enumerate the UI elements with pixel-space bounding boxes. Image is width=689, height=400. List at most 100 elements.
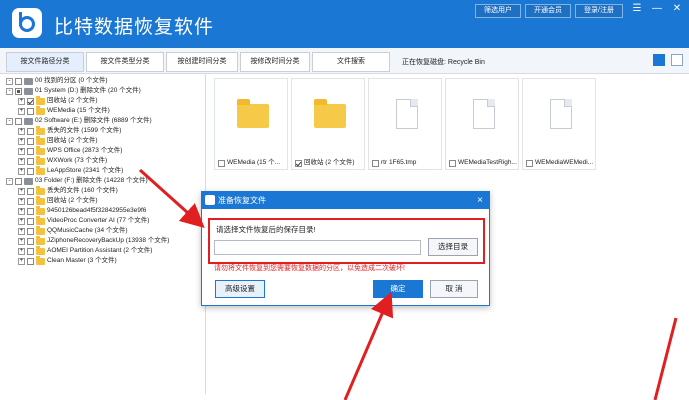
tab-by-path[interactable]: 按文件路径分类 — [6, 52, 84, 72]
checkbox[interactable] — [27, 107, 34, 115]
cancel-button[interactable]: 取 消 — [430, 280, 478, 298]
document-icon — [550, 99, 572, 129]
list-view-icon[interactable] — [671, 54, 683, 66]
tab-by-created[interactable]: 按创建时间分类 — [166, 52, 238, 72]
window-controls: ☰ — ✕ — [631, 3, 683, 15]
expand-icon[interactable]: + — [18, 237, 25, 245]
checkbox[interactable] — [526, 159, 533, 167]
advanced-settings-button[interactable]: 高级设置 — [215, 280, 265, 298]
grid-view-icon[interactable] — [653, 54, 665, 66]
checkbox[interactable] — [27, 147, 34, 155]
folder-icon — [36, 195, 45, 205]
save-dir-input[interactable] — [214, 240, 421, 255]
tree-row[interactable]: - 02 Software (E:) 删除文件 (6889 个文件) — [6, 116, 152, 126]
tab-by-modified[interactable]: 按修改时间分类 — [240, 52, 310, 72]
collapse-icon[interactable]: - — [6, 87, 13, 95]
checkbox[interactable] — [218, 159, 225, 167]
tree-row[interactable]: + 回收站 (2 个文件) — [18, 135, 98, 146]
collapse-icon[interactable]: - — [6, 77, 13, 85]
checkbox[interactable] — [15, 77, 22, 85]
file-card[interactable]: 回收站 (2 个文件) — [291, 78, 365, 170]
tree-row[interactable]: + 丢失的文件 (1599 个文件) — [18, 125, 122, 136]
checkbox[interactable] — [27, 207, 34, 215]
expand-icon[interactable]: + — [18, 167, 25, 175]
expand-icon[interactable]: + — [18, 197, 25, 205]
tab-file-search[interactable]: 文件搜索 — [312, 52, 390, 72]
filter-users-button[interactable]: 筛选用户 — [475, 4, 522, 18]
checkbox[interactable] — [27, 127, 34, 135]
file-caption: rtr 1F65.tmp — [381, 159, 417, 166]
expand-icon[interactable]: + — [18, 257, 25, 265]
checkbox[interactable] — [27, 217, 34, 225]
checkbox[interactable] — [27, 137, 34, 145]
expand-icon[interactable]: + — [18, 97, 25, 105]
tree-row[interactable]: - 03 Folder (F:) 删除文件 (14228 个文件) — [6, 176, 148, 186]
tree-row[interactable]: + WEMedia (15 个文件) — [18, 105, 110, 116]
tree-row[interactable]: +9450126bead4f5f32842955e3e9f6 — [18, 205, 146, 216]
tree-row[interactable]: + VideoProc Converter AI (77 个文件) — [18, 215, 150, 226]
expand-icon[interactable]: + — [18, 227, 25, 235]
tree-row[interactable]: + 回收站 (2 个文件) — [18, 195, 98, 206]
drive-icon — [24, 177, 33, 185]
file-card[interactable]: WEMediaWEMedi... — [522, 78, 596, 170]
menu-icon[interactable]: ☰ — [631, 3, 643, 15]
expand-icon[interactable]: + — [18, 157, 25, 165]
tree-row[interactable]: - 01 System (D:) 删除文件 (20 个文件) — [6, 86, 141, 96]
checkbox[interactable] — [27, 197, 34, 205]
checkbox[interactable] — [295, 159, 302, 167]
file-card[interactable]: WEMedia (15 个... — [214, 78, 288, 170]
tab-by-type[interactable]: 按文件类型分类 — [86, 52, 164, 72]
collapse-icon[interactable]: - — [6, 117, 13, 125]
checkbox[interactable] — [27, 157, 34, 165]
tree-row[interactable]: + WPS Office (2873 个文件) — [18, 145, 122, 156]
tree-label: 丢失的文件 (1599 个文件) — [47, 127, 122, 134]
checkbox[interactable] — [15, 87, 22, 95]
tree-row[interactable]: + AOMEI Partition Assistant (2 个文件) — [18, 245, 152, 256]
folder-icon — [36, 145, 45, 155]
tree-label: LeAppStore (2341 个文件) — [47, 167, 124, 174]
membership-button[interactable]: 开通会员 — [525, 4, 572, 18]
file-caption: 回收站 (2 个文件) — [304, 159, 355, 166]
choose-dir-button[interactable]: 选择目录 — [428, 238, 478, 256]
close-icon[interactable]: ✕ — [671, 3, 683, 15]
expand-icon[interactable]: + — [18, 147, 25, 155]
minimize-icon[interactable]: — — [651, 3, 663, 15]
close-icon[interactable]: × — [477, 192, 483, 209]
expand-icon[interactable]: + — [18, 247, 25, 255]
checkbox[interactable] — [27, 227, 34, 235]
expand-icon[interactable]: + — [18, 187, 25, 195]
tree-row[interactable]: + QQMusicCache (34 个文件) — [18, 225, 128, 236]
expand-icon[interactable]: + — [18, 127, 25, 135]
view-switcher — [653, 54, 683, 66]
expand-icon[interactable]: + — [18, 137, 25, 145]
file-card[interactable]: rtr 1F65.tmp — [368, 78, 442, 170]
expand-icon[interactable]: + — [18, 207, 25, 215]
login-button[interactable]: 登录/注册 — [575, 4, 623, 18]
checkbox[interactable] — [27, 97, 34, 105]
document-icon — [473, 99, 495, 129]
tree-row[interactable]: - 00 找到的分区 (0 个文件) — [6, 76, 108, 86]
checkbox[interactable] — [27, 187, 34, 195]
tree-row[interactable]: + WXWork (73 个文件) — [18, 155, 107, 166]
checkbox[interactable] — [27, 247, 34, 255]
checkbox[interactable] — [27, 167, 34, 175]
folder-icon — [36, 245, 45, 255]
checkbox[interactable] — [27, 237, 34, 245]
tree-row[interactable]: + LeAppStore (2341 个文件) — [18, 165, 124, 176]
checkbox[interactable] — [15, 117, 22, 125]
file-card[interactable]: WEMediaTestRigh... — [445, 78, 519, 170]
checkbox[interactable] — [372, 159, 379, 167]
expand-icon[interactable]: + — [18, 107, 25, 115]
checkbox[interactable] — [449, 159, 456, 167]
tree-row[interactable]: + 丢失的文件 (160 个文件) — [18, 185, 118, 196]
ok-button[interactable]: 确定 — [373, 280, 423, 298]
checkbox[interactable] — [15, 177, 22, 185]
tree-row[interactable]: + Clean Master (3 个文件) — [18, 255, 117, 266]
collapse-icon[interactable]: - — [6, 177, 13, 185]
tree-row[interactable]: + 回收站 (2 个文件) — [18, 95, 98, 106]
expand-icon[interactable]: + — [18, 217, 25, 225]
checkbox[interactable] — [27, 257, 34, 265]
file-caption: WEMediaTestRigh... — [458, 159, 517, 166]
tree-label: VideoProc Converter AI (77 个文件) — [47, 217, 150, 224]
tree-row[interactable]: + JZiphoneRecoveryBackUp (13938 个文件) — [18, 235, 169, 246]
